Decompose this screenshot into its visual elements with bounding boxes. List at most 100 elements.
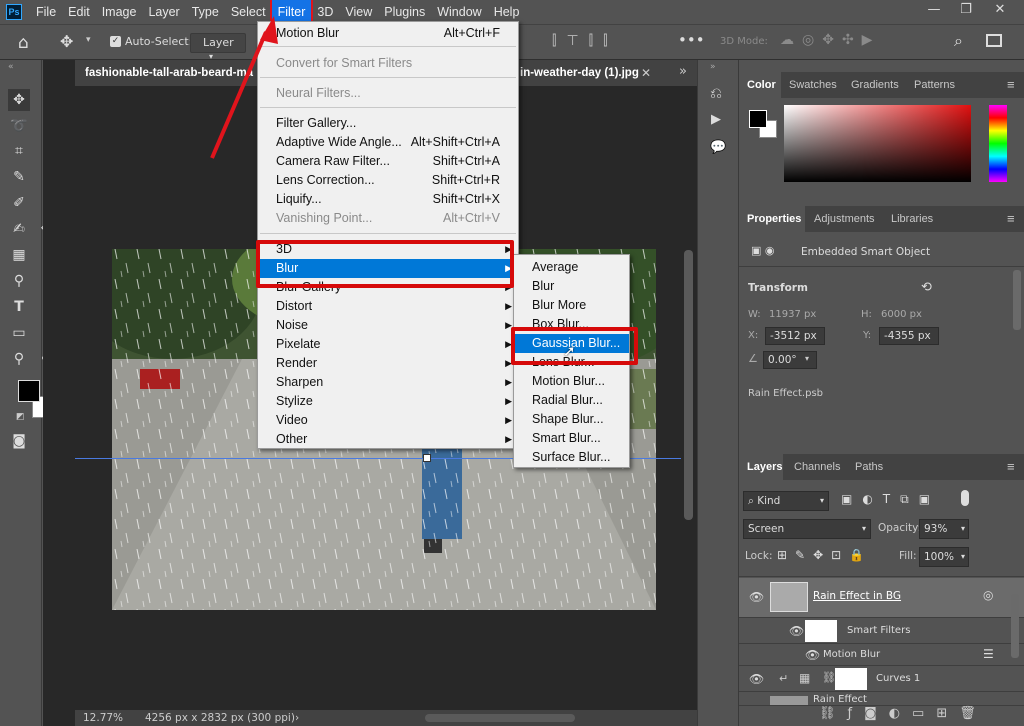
layer-row-smart-filters[interactable]: 👁 Smart Filters: [739, 618, 1024, 644]
close-icon[interactable]: ✕: [984, 0, 1016, 20]
tab-channels[interactable]: Channels: [794, 454, 840, 480]
eyedropper-icon[interactable]: ✎: [8, 166, 30, 188]
layer-row-rain[interactable]: Rain Effect: [739, 692, 1024, 706]
zoom-tool-icon[interactable]: ⚲: [8, 348, 30, 370]
document-tab-2[interactable]: in-weather-day (1).jpg: [520, 60, 640, 86]
lasso-tool-icon[interactable]: ➰: [8, 115, 30, 137]
status-arrow-icon[interactable]: ›: [295, 710, 299, 726]
menu-item-blur-more[interactable]: Blur More: [514, 296, 629, 315]
menu-item-other[interactable]: Other ▶: [258, 430, 518, 449]
type-tool-icon[interactable]: T: [8, 296, 30, 318]
menu-item-neural-filters[interactable]: Neural Filters...: [258, 84, 518, 103]
menu-item-radial-blur[interactable]: Radial Blur...: [514, 391, 629, 410]
close-tab-icon[interactable]: ✕: [641, 66, 651, 80]
foreground-color-swatch[interactable]: [18, 380, 40, 402]
menu-item-camera-raw[interactable]: Camera Raw Filter... Shift+Ctrl+A: [258, 152, 518, 171]
menu-item-sharpen[interactable]: Sharpen ▶: [258, 373, 518, 392]
properties-scrollbar[interactable]: [1013, 270, 1021, 330]
rectangle-tool-icon[interactable]: ▭: [8, 322, 30, 344]
link-icon[interactable]: ⛓: [822, 671, 836, 684]
layer-name[interactable]: Rain Effect: [813, 694, 867, 705]
distribute-icons[interactable]: ⫿⊤⫿⫿: [552, 33, 618, 49]
color-fg-swatch[interactable]: [749, 110, 767, 128]
horizontal-scrollbar[interactable]: [425, 714, 575, 722]
filter-mask-thumbnail[interactable]: [805, 620, 837, 642]
tab-gradients[interactable]: Gradients: [851, 72, 899, 98]
tab-layers[interactable]: Layers: [739, 454, 783, 480]
layer-row-motion-blur[interactable]: 👁 Motion Blur ☰: [739, 644, 1024, 666]
menu-item-pixelate[interactable]: Pixelate ▶: [258, 335, 518, 354]
menu-item-lens-correction[interactable]: Lens Correction... Shift+Ctrl+R: [258, 171, 518, 190]
menu-item-video[interactable]: Video ▶: [258, 411, 518, 430]
chevron-down-icon[interactable]: ▾: [805, 354, 809, 363]
fill-field[interactable]: 100% ▾: [919, 547, 969, 567]
visibility-eye-icon[interactable]: 👁: [749, 672, 764, 686]
menu-item-filter-gallery[interactable]: Filter Gallery...: [258, 114, 518, 133]
visibility-eye-icon[interactable]: 👁: [789, 624, 804, 638]
tab-overflow-icon[interactable]: »: [679, 64, 687, 79]
tab-swatches[interactable]: Swatches: [789, 72, 837, 98]
collapse-icon[interactable]: «: [8, 62, 14, 72]
layers-scrollbar[interactable]: [1011, 594, 1019, 658]
filter-name[interactable]: Motion Blur: [823, 649, 880, 660]
menu-item-distort[interactable]: Distort ▶: [258, 297, 518, 316]
menu-item-smart-blur[interactable]: Smart Blur...: [514, 429, 629, 448]
move-tool-icon[interactable]: ✥: [8, 89, 30, 111]
tab-properties[interactable]: Properties: [739, 206, 805, 232]
filter-toggle-icon[interactable]: [961, 490, 969, 506]
tab-paths[interactable]: Paths: [855, 454, 883, 480]
history-icon[interactable]: ⎌: [710, 84, 722, 102]
tab-color[interactable]: Color: [739, 72, 781, 98]
expand-panels-icon[interactable]: »: [710, 62, 716, 72]
menu-item-vanishing-point[interactable]: Vanishing Point... Alt+Ctrl+V: [258, 209, 518, 228]
menu-layer[interactable]: Layer: [142, 0, 185, 24]
hue-slider[interactable]: [989, 105, 1007, 182]
menu-item-liquify[interactable]: Liquify... Shift+Ctrl+X: [258, 190, 518, 209]
menu-item-adaptive-wide-angle[interactable]: Adaptive Wide Angle... Alt+Shift+Ctrl+A: [258, 133, 518, 152]
history-brush-icon[interactable]: ✍: [8, 218, 30, 240]
default-colors-icon[interactable]: ◩: [16, 412, 25, 422]
vertical-scrollbar[interactable]: [684, 250, 693, 520]
chevron-down-icon[interactable]: ▾: [86, 35, 91, 45]
opacity-field[interactable]: 93% ▾: [919, 519, 969, 539]
home-icon[interactable]: ⌂: [18, 33, 29, 53]
transform-handle[interactable]: [423, 454, 431, 462]
panel-menu-icon[interactable]: ≡: [1007, 72, 1015, 98]
menu-file[interactable]: File: [30, 0, 62, 24]
layer-row-curves[interactable]: 👁 ↵ ▦ ⛓ Curves 1: [739, 666, 1024, 692]
menu-item-convert-smart-filters[interactable]: Convert for Smart Filters: [258, 54, 518, 73]
menu-item-blur-simple[interactable]: Blur: [514, 277, 629, 296]
menu-image[interactable]: Image: [96, 0, 143, 24]
comments-icon[interactable]: 💬: [710, 140, 726, 155]
brush-tool-icon[interactable]: ✐: [8, 192, 30, 214]
move-tool-icon[interactable]: ✥: [60, 32, 73, 51]
x-field[interactable]: -3512 px: [765, 327, 825, 345]
menu-item-surface-blur[interactable]: Surface Blur...: [514, 448, 629, 467]
actions-play-icon[interactable]: ▶: [711, 112, 721, 127]
more-options-icon[interactable]: •••: [678, 31, 705, 49]
menu-edit[interactable]: Edit: [62, 0, 96, 24]
color-field[interactable]: [784, 105, 971, 182]
layer-filter-icons[interactable]: ▣◐T⧉▣: [841, 492, 940, 507]
search-icon[interactable]: ⌕: [954, 31, 963, 51]
panel-menu-icon[interactable]: ≡: [1007, 454, 1015, 480]
menu-item-average[interactable]: Average: [514, 258, 629, 277]
dodge-tool-icon[interactable]: ⚲: [8, 270, 30, 292]
layer-name[interactable]: Rain Effect in BG: [813, 590, 901, 602]
filter-options-icon[interactable]: ☰: [983, 647, 994, 661]
width-value[interactable]: 11937 px: [769, 309, 816, 320]
blend-mode-dropdown[interactable]: Screen ▾: [743, 519, 871, 539]
visibility-eye-icon[interactable]: 👁: [805, 648, 820, 662]
panel-menu-icon[interactable]: ≡: [1007, 206, 1015, 232]
lock-icons[interactable]: ⊞✎✥⊡🔒: [777, 548, 872, 562]
menu-item-last-filter[interactable]: Motion Blur Alt+Ctrl+F: [258, 24, 518, 43]
layer-mask-thumbnail[interactable]: [835, 668, 867, 690]
gradient-tool-icon[interactable]: ▦: [8, 244, 30, 266]
layer-row-rain-bg[interactable]: 👁 Rain Effect in BG ◎: [739, 578, 1024, 618]
auto-select-checkbox[interactable]: ✓: [110, 36, 121, 47]
tab-adjustments[interactable]: Adjustments: [814, 206, 875, 232]
visibility-eye-icon[interactable]: 👁: [749, 590, 764, 604]
menu-item-shape-blur[interactable]: Shape Blur...: [514, 410, 629, 429]
zoom-level[interactable]: 12.77%: [83, 710, 123, 726]
layers-footer-icons[interactable]: ⛓ƒ◙◐▭⊞🗑: [819, 706, 988, 721]
